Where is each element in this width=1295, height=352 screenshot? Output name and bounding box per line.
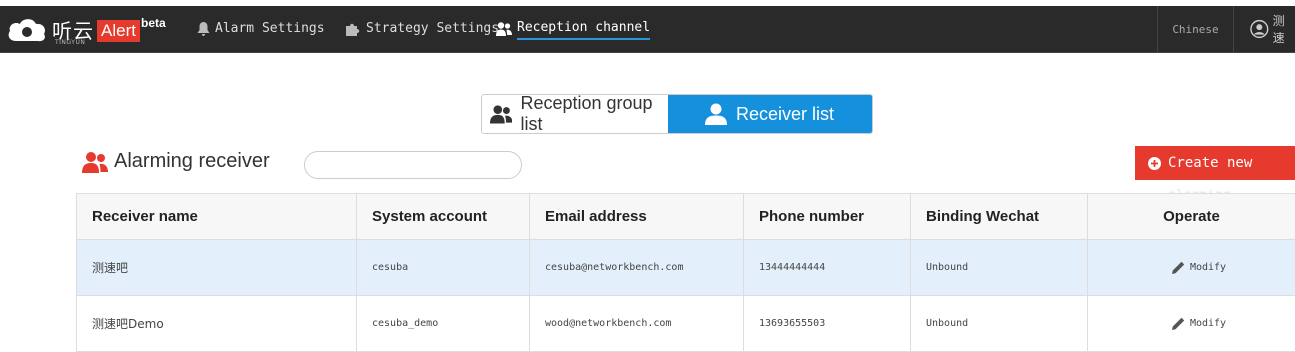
modify-button[interactable]: Modify bbox=[1103, 317, 1295, 330]
plus-circle-icon bbox=[1148, 157, 1161, 170]
users-icon bbox=[496, 22, 512, 36]
nav-reception-channel[interactable]: Reception channel bbox=[496, 6, 650, 52]
tab-reception-group-list[interactable]: Reception group list bbox=[482, 95, 668, 133]
language-switch[interactable]: Chinese bbox=[1157, 6, 1233, 52]
search-input[interactable] bbox=[304, 151, 522, 179]
modify-label: Modify bbox=[1190, 318, 1226, 329]
phone-number: 13444444444 bbox=[744, 240, 911, 296]
user-menu[interactable]: 测速 bbox=[1233, 6, 1295, 52]
column-header: Phone number bbox=[744, 194, 911, 240]
receiver-name: 测速吧 bbox=[77, 240, 357, 296]
binding-wechat: Unbound bbox=[911, 296, 1088, 352]
nav-alarm-settings[interactable]: Alarm Settings bbox=[197, 6, 325, 52]
tab-receiver-list[interactable]: Receiver list bbox=[668, 95, 872, 133]
user-name: 测速 bbox=[1273, 12, 1295, 46]
column-header: Receiver name bbox=[77, 194, 357, 240]
email-address: cesuba@networkbench.com bbox=[530, 240, 744, 296]
top-nav-bar: 听云 TINGYUN Alert beta Alarm Settings Str… bbox=[0, 6, 1295, 53]
receiver-name: 测速吧Demo bbox=[77, 296, 357, 352]
beta-label: beta bbox=[141, 16, 166, 30]
column-header: Binding Wechat bbox=[911, 194, 1088, 240]
alert-badge: Alert bbox=[97, 20, 140, 42]
list-tabs: Reception group list Receiver list bbox=[481, 94, 873, 134]
table-row[interactable]: 测速吧Demo cesuba_demo wood@networkbench.co… bbox=[77, 296, 1295, 352]
modify-button[interactable]: Modify bbox=[1103, 261, 1295, 274]
page-heading: Alarming receiver bbox=[82, 150, 270, 173]
user-avatar-icon bbox=[1250, 19, 1269, 39]
nav-label: Strategy Settings bbox=[366, 6, 499, 52]
column-header: Email address bbox=[530, 194, 744, 240]
modify-label: Modify bbox=[1190, 262, 1226, 273]
system-account: cesuba_demo bbox=[357, 296, 530, 352]
column-header: System account bbox=[357, 194, 530, 240]
page-title: Alarming receiver bbox=[114, 150, 270, 173]
users-icon bbox=[82, 151, 108, 173]
brand-subname: TINGYUN bbox=[55, 39, 85, 46]
users-icon bbox=[490, 103, 512, 125]
phone-number: 13693655503 bbox=[744, 296, 911, 352]
pencil-icon bbox=[1172, 261, 1185, 274]
cloud-logo-icon bbox=[6, 15, 48, 43]
operate-cell: Modify bbox=[1088, 296, 1295, 352]
tab-label: Reception group list bbox=[520, 94, 658, 134]
nav-strategy-settings[interactable]: Strategy Settings bbox=[346, 6, 499, 52]
table-row[interactable]: 测速吧 cesuba cesuba@networkbench.com 13444… bbox=[77, 240, 1295, 296]
table-header-row: Receiver name System account Email addre… bbox=[77, 194, 1295, 240]
nav-label: Reception channel bbox=[517, 18, 650, 40]
email-address: wood@networkbench.com bbox=[530, 296, 744, 352]
create-button-label: Create new bbox=[1168, 155, 1252, 171]
puzzle-icon bbox=[346, 22, 361, 36]
user-icon bbox=[704, 103, 728, 125]
tab-label: Receiver list bbox=[736, 104, 834, 125]
system-account: cesuba bbox=[357, 240, 530, 296]
binding-wechat: Unbound bbox=[911, 240, 1088, 296]
bell-icon bbox=[197, 22, 210, 36]
operate-cell: Modify bbox=[1088, 240, 1295, 296]
receivers-table: Receiver name System account Email addre… bbox=[76, 193, 1295, 352]
pencil-icon bbox=[1172, 317, 1185, 330]
create-new-button[interactable]: Create new bbox=[1135, 146, 1295, 180]
nav-label: Alarm Settings bbox=[215, 6, 325, 52]
column-header: Operate bbox=[1088, 194, 1295, 240]
